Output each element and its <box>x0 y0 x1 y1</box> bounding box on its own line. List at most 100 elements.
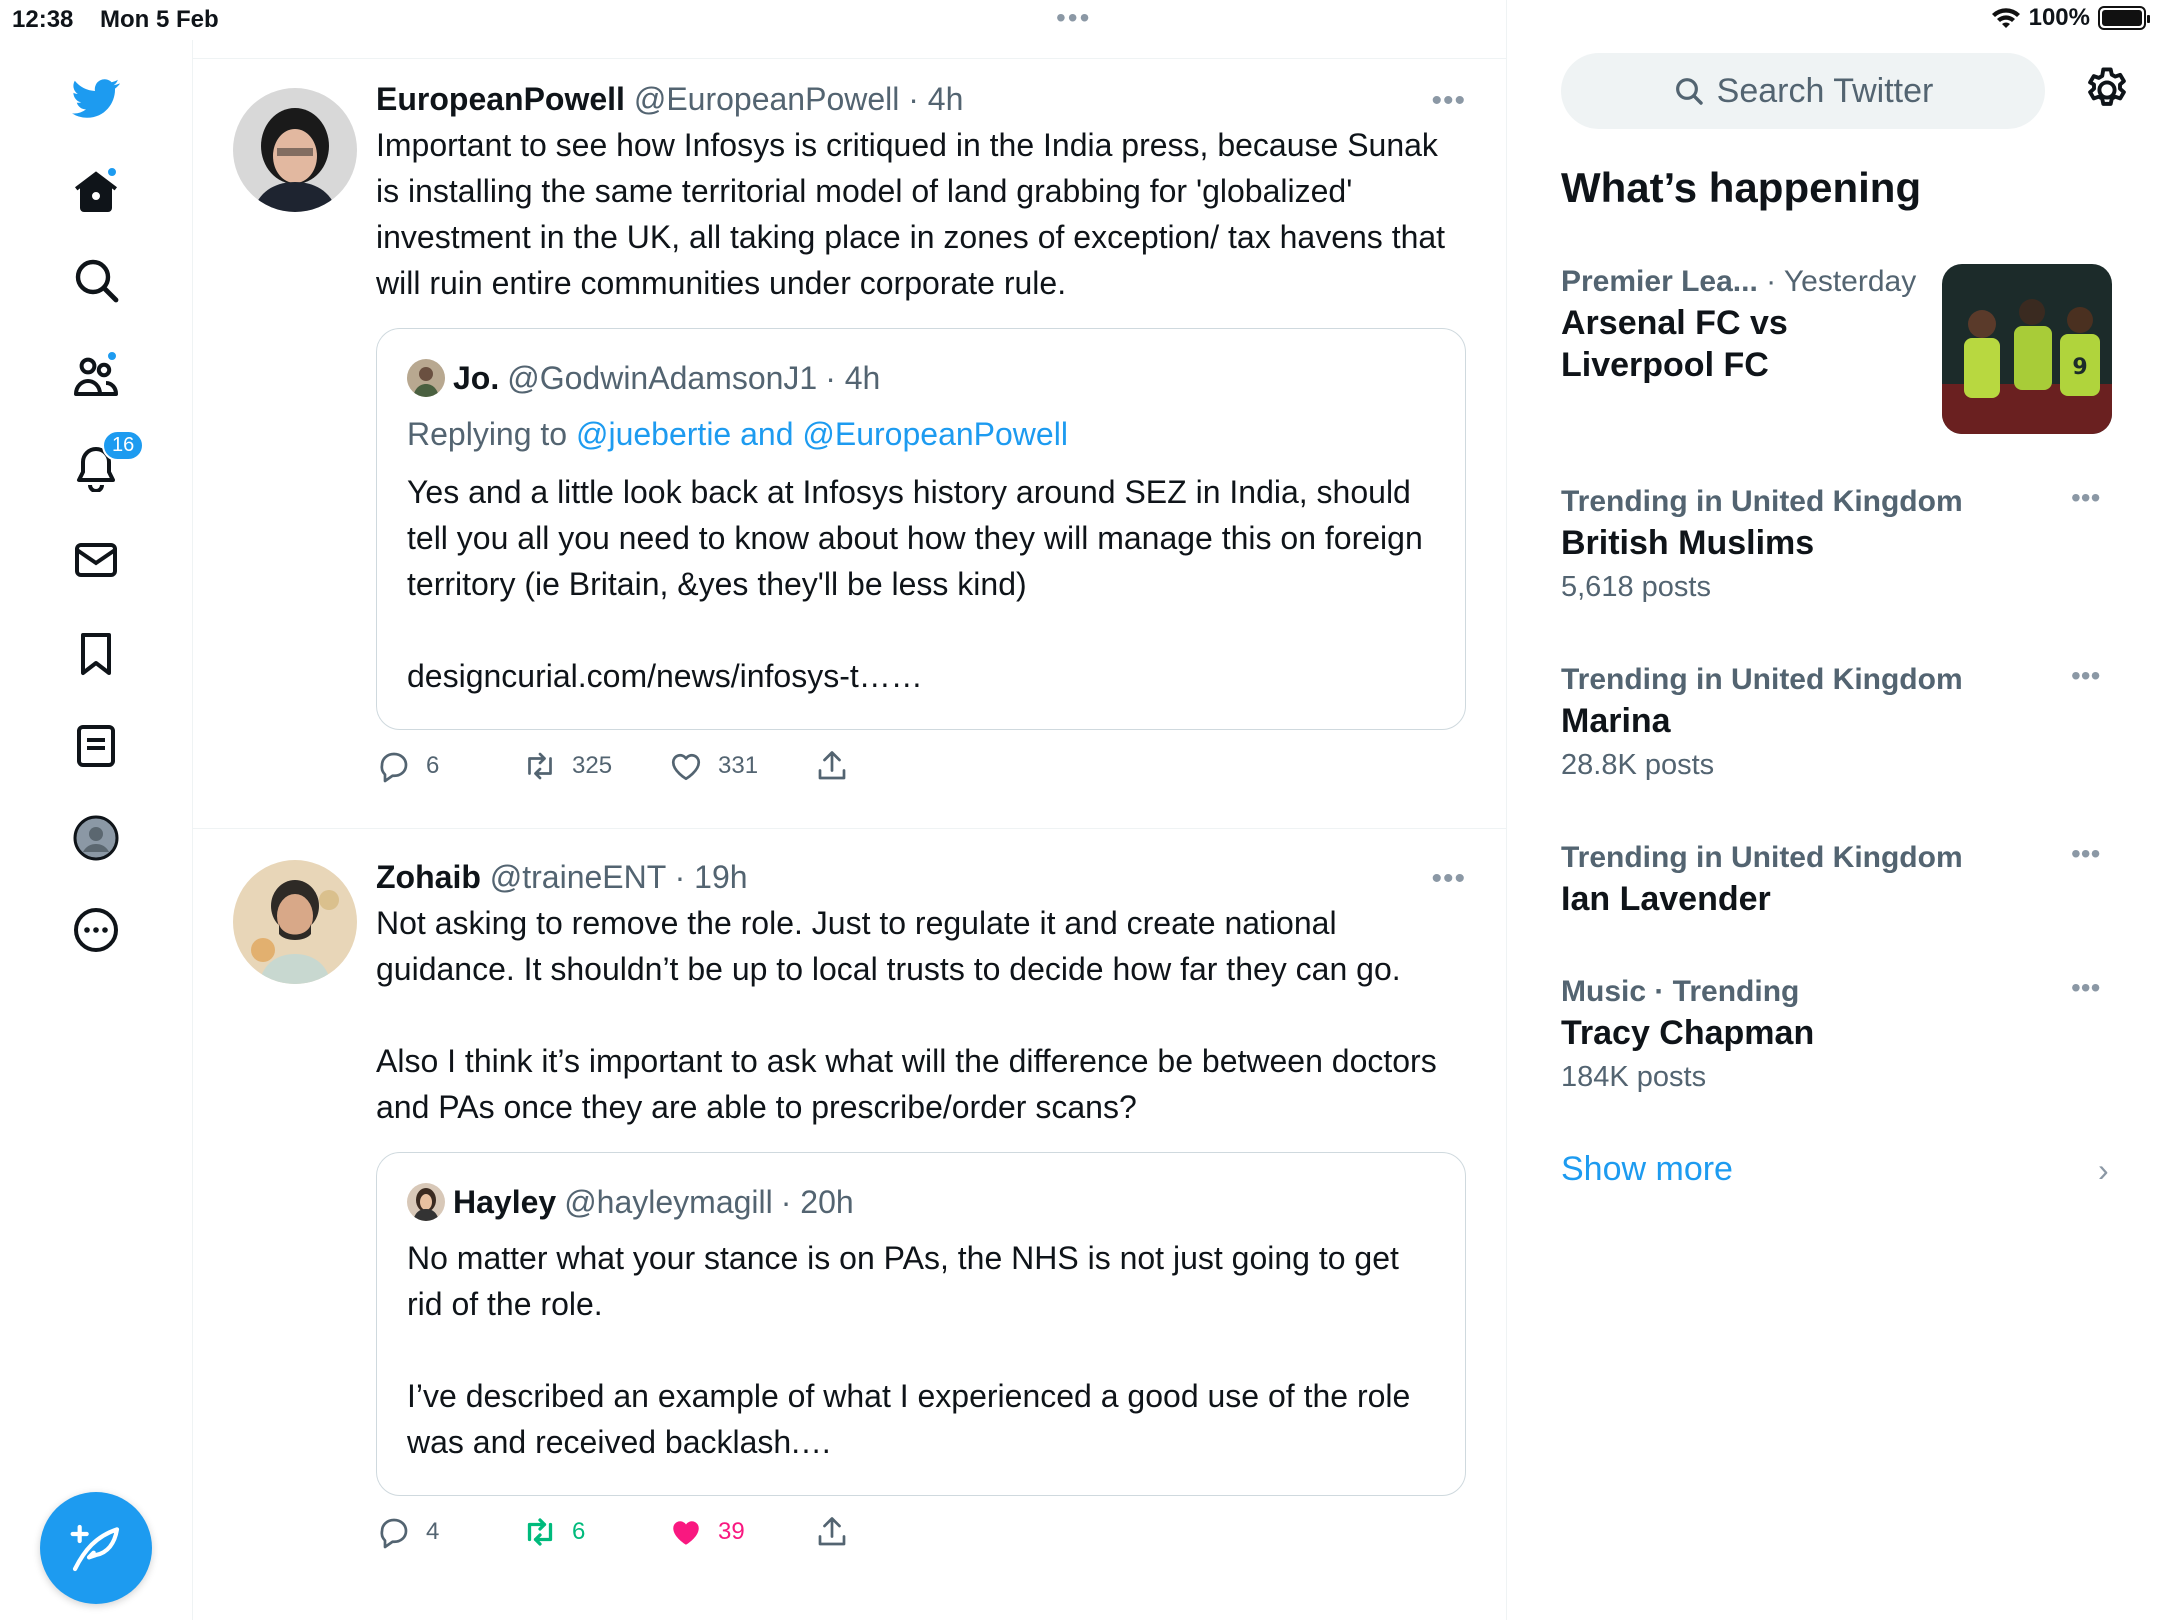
trend-more-icon[interactable]: ••• <box>2071 482 2121 514</box>
tweet-header: EuropeanPowell @EuropeanPowell · 4h ••• <box>376 78 1466 120</box>
trend-post-count: 28.8K posts <box>1561 749 1715 781</box>
trend-category: Trending in United Kingdom <box>1561 485 1963 518</box>
trend-title: Ian Lavender <box>1561 880 1771 918</box>
retweet-button[interactable]: 325 <box>522 748 612 784</box>
trend-item[interactable]: Trending in United Kingdom Ian Lavender … <box>1561 838 2121 920</box>
share-button[interactable] <box>814 748 850 784</box>
trend-item[interactable]: Trending in United Kingdom British Musli… <box>1561 482 2121 610</box>
retweet-button[interactable]: 6 <box>522 1514 585 1550</box>
messages-envelope-icon[interactable] <box>66 530 126 590</box>
trend-meta: Trending in United Kingdom <box>1561 482 2121 522</box>
tweet-text: Important to see how Infosys is critique… <box>376 127 1454 301</box>
more-icon[interactable] <box>66 900 126 960</box>
tweet-text: Not asking to remove the role. Just to r… <box>376 905 1437 1125</box>
battery-icon <box>2098 6 2150 30</box>
quote-tweet[interactable]: Hayley @hayleymagill · 20h No matter wha… <box>376 1152 1466 1496</box>
search-icon[interactable] <box>66 250 126 310</box>
retweet-icon <box>528 752 552 780</box>
tweet-time[interactable]: · 19h <box>675 859 748 895</box>
reply-icon <box>380 1518 408 1549</box>
like-count: 39 <box>718 1518 745 1545</box>
author-name[interactable]: Zohaib <box>376 859 481 895</box>
notifications-bell-icon[interactable]: 16 <box>66 430 145 498</box>
quote-author-handle: @GodwinAdamsonJ1 <box>507 360 818 396</box>
avatar <box>407 359 445 397</box>
like-heart-icon <box>673 1521 699 1545</box>
author-name[interactable]: EuropeanPowell <box>376 81 625 117</box>
tweet-actions: 4 6 39 <box>376 1514 1466 1564</box>
reply-button[interactable]: 4 <box>376 1514 439 1550</box>
reply-count: 6 <box>426 752 440 779</box>
trend-title: Tracy Chapman <box>1561 1014 1815 1052</box>
status-indicators: 100% <box>1991 4 2150 32</box>
quote-text: Yes and a little look back at Infosys hi… <box>407 474 1423 694</box>
like-count: 331 <box>718 752 759 779</box>
lists-icon[interactable] <box>66 716 126 776</box>
tweet-more-icon[interactable]: ••• <box>1431 858 1466 900</box>
tweet-time[interactable]: · 4h <box>908 81 963 117</box>
notifications-count-badge: 16 <box>102 430 145 461</box>
reply-button[interactable]: 6 <box>376 748 439 784</box>
trend-title: Arsenal FC vs Liverpool FC <box>1561 304 1788 384</box>
wifi-icon <box>1991 8 2020 28</box>
like-button[interactable]: 39 <box>668 1514 745 1550</box>
left-navigation: 16 <box>0 40 193 1620</box>
status-time: 12:38 <box>12 6 74 33</box>
trend-item[interactable]: Music · Trending Tracy Chapman 184K post… <box>1561 972 2121 1100</box>
trend-thumbnail[interactable]: 9 <box>1942 264 2112 434</box>
avatar[interactable] <box>233 860 357 984</box>
retweet-count: 325 <box>572 752 613 779</box>
trend-title: British Muslims <box>1561 524 1815 562</box>
like-button[interactable]: 331 <box>668 748 758 784</box>
settings-gear-icon[interactable] <box>2081 64 2133 116</box>
trend-item[interactable]: Trending in United Kingdom Marina 28.8K … <box>1561 660 2121 788</box>
chevron-right-icon: › <box>2098 1152 2109 1188</box>
quote-time: · 20h <box>780 1184 854 1220</box>
whats-happening-heading: What’s happening <box>1561 164 1922 211</box>
search-icon <box>1675 78 1703 105</box>
avatar <box>407 1183 445 1221</box>
home-icon[interactable] <box>66 162 126 222</box>
show-more-link[interactable]: Show more <box>1561 1150 1733 1189</box>
share-button[interactable] <box>814 1514 850 1550</box>
tweet-more-icon[interactable]: ••• <box>1431 80 1466 122</box>
right-sidebar: Search Twitter What’s happening Premier … <box>1508 40 2160 1620</box>
quote-author-handle: @hayleymagill <box>564 1184 773 1220</box>
communities-icon[interactable] <box>66 346 126 406</box>
avatar[interactable] <box>233 88 357 212</box>
quote-text: No matter what your stance is on PAs, th… <box>407 1240 1411 1460</box>
trend-meta: Music · Trending <box>1561 972 2121 1012</box>
communities-notification-dot <box>106 350 118 362</box>
author-handle[interactable]: @EuropeanPowell <box>634 81 900 117</box>
author-handle[interactable]: @traineENT <box>490 859 666 895</box>
trend-category: Premier Lea... <box>1561 265 1758 298</box>
trend-title: Marina <box>1561 702 1671 740</box>
profile-icon[interactable] <box>66 808 126 868</box>
retweet-count: 6 <box>572 1518 586 1545</box>
twitter-logo-icon[interactable] <box>66 68 126 128</box>
trend-more-icon[interactable]: ••• <box>2071 838 2121 870</box>
quote-author-name: Jo. <box>453 360 500 396</box>
compose-tweet-button[interactable] <box>40 1492 152 1604</box>
home-notification-dot <box>106 166 118 178</box>
tweet-actions: 6 325 331 <box>376 748 1466 798</box>
quote-tweet[interactable]: Jo. @GodwinAdamsonJ1 · 4h Replying to @j… <box>376 328 1466 730</box>
compose-feather-icon <box>70 1524 120 1572</box>
search-input[interactable]: Search Twitter <box>1561 53 2045 129</box>
retweet-icon <box>527 1518 553 1546</box>
replying-prefix: Replying to <box>407 416 576 452</box>
trend-meta: Trending in United Kingdom <box>1561 838 2121 878</box>
share-icon <box>818 1517 846 1546</box>
trend-time: · Yesterday <box>1757 265 1917 298</box>
trend-category: Trending in United Kingdom <box>1561 841 1963 874</box>
quote-author-name: Hayley <box>453 1184 557 1220</box>
share-icon <box>818 751 846 780</box>
replying-to: Replying to @juebertie and @EuropeanPowe… <box>407 411 1435 457</box>
bookmark-icon[interactable] <box>66 624 126 684</box>
battery-percent: 100% <box>2028 4 2090 31</box>
reply-icon <box>380 752 408 783</box>
trend-category: Trending in United Kingdom <box>1561 663 1963 696</box>
trend-more-icon[interactable]: ••• <box>2071 660 2121 692</box>
trend-more-icon[interactable]: ••• <box>2071 972 2121 1004</box>
replying-to-link[interactable]: @juebertie and @EuropeanPowell <box>576 416 1068 452</box>
